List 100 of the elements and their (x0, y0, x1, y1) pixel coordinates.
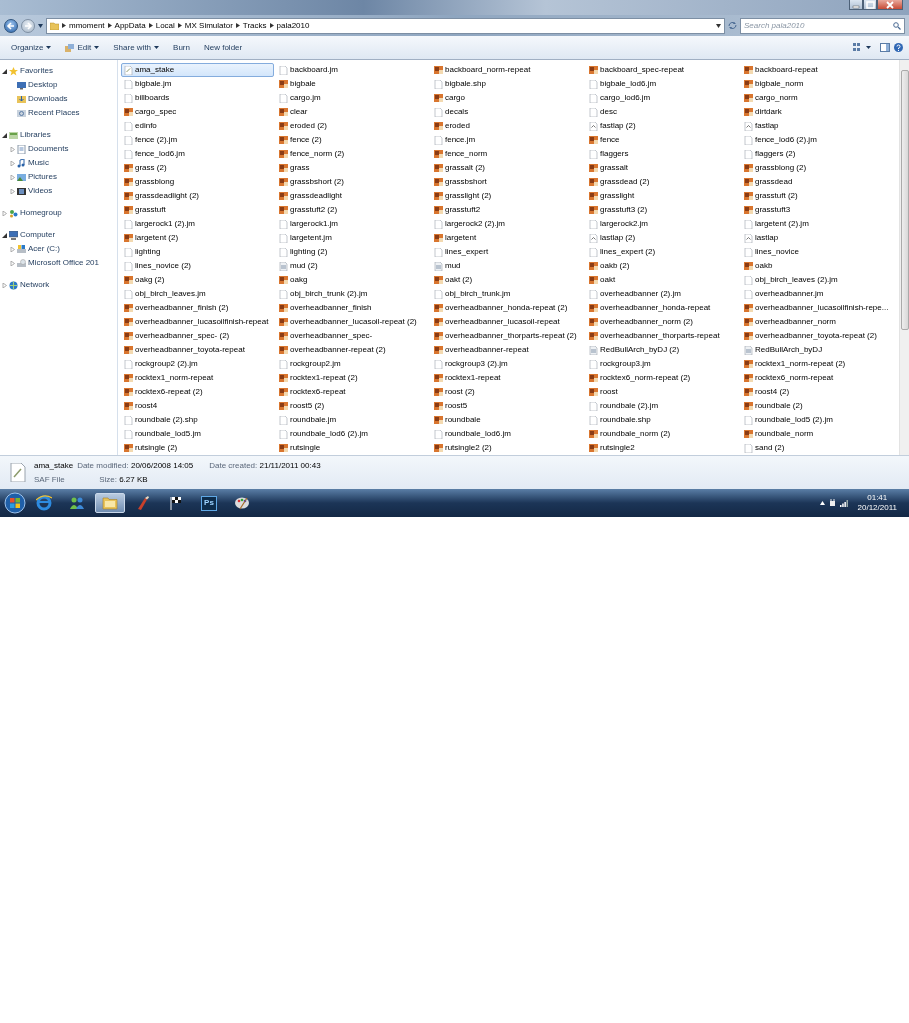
address-bar[interactable]: mmoment AppData Local MX Simulator Tracks pala2010 (46, 17, 725, 34)
file-item[interactable]: fence (2).jm (121, 133, 274, 147)
file-item[interactable]: roost (2) (431, 385, 584, 399)
back-button[interactable] (4, 18, 18, 33)
file-item[interactable]: dirtdark (741, 105, 894, 119)
file-item[interactable]: rockgroup2 (2).jm (121, 357, 274, 371)
expanded-arrow-icon[interactable] (2, 132, 7, 138)
file-item[interactable]: rocktex6-repeat (2) (121, 385, 274, 399)
refresh-icon[interactable] (728, 21, 737, 30)
search-field[interactable]: Search pala2010 (740, 17, 905, 34)
file-item[interactable]: rutsingle2 (586, 441, 739, 455)
file-item[interactable]: lastlap (741, 231, 894, 245)
file-item[interactable]: backboard-repeat (741, 63, 894, 77)
file-item[interactable]: grassalt (2) (431, 161, 584, 175)
file-item[interactable]: lighting (2) (276, 245, 429, 259)
file-item[interactable]: largerock2.jm (586, 217, 739, 231)
close-button[interactable] (877, 0, 903, 10)
file-item[interactable]: rockgroup2.jm (276, 357, 429, 371)
file-item[interactable]: rutsingle2 (2) (431, 441, 584, 455)
dropdown-caret-icon[interactable] (38, 23, 43, 28)
file-item[interactable]: grasslight (2) (431, 189, 584, 203)
file-item[interactable]: rocktex1_norm-repeat (121, 371, 274, 385)
file-item[interactable]: grassalt (586, 161, 739, 175)
file-item[interactable]: roost4 (121, 399, 274, 413)
toolbar-button[interactable]: Share with (108, 39, 165, 56)
file-item[interactable]: roundbale (431, 413, 584, 427)
file-item[interactable]: lines_novice (2) (121, 259, 274, 273)
file-item[interactable]: roundbale (2) (741, 399, 894, 413)
file-item[interactable]: grasstuft2 (2) (276, 203, 429, 217)
file-item[interactable]: largetent.jm (276, 231, 429, 245)
file-item[interactable]: obj_birch_leaves (2).jm (741, 273, 894, 287)
preview-pane-icon[interactable] (880, 43, 890, 52)
file-item[interactable]: grasslight (586, 189, 739, 203)
file-item[interactable]: oakb (741, 259, 894, 273)
taskbar-button[interactable]: Ps (194, 493, 224, 513)
file-item[interactable]: cargo_norm (741, 91, 894, 105)
file-item[interactable]: roundbale_lod5 (2).jm (741, 413, 894, 427)
forward-button[interactable] (21, 18, 35, 33)
file-item[interactable]: bigbale_norm (741, 77, 894, 91)
file-item[interactable]: largetent (2) (121, 231, 274, 245)
file-item[interactable]: roundbale (2).jm (586, 399, 739, 413)
file-item[interactable]: roundbale_lod6.jm (431, 427, 584, 441)
file-item[interactable]: grassbshort (2) (276, 175, 429, 189)
file-item[interactable]: lines_expert (2) (586, 245, 739, 259)
file-item[interactable]: grasstuft3 (741, 203, 894, 217)
sidebar-item[interactable]: Computer (0, 228, 62, 242)
file-item[interactable]: rocktex1-repeat (431, 371, 584, 385)
breadcrumb-link[interactable]: Local (155, 19, 175, 32)
minimize-button[interactable] (849, 0, 863, 10)
file-item[interactable]: grasstuft3 (2) (586, 203, 739, 217)
file-item[interactable]: overheadbanner_thorparts-repeat (2) (431, 329, 584, 343)
file-item[interactable]: oakt (2) (431, 273, 584, 287)
file-item[interactable]: bigbale.jm (121, 77, 274, 91)
sidebar-item[interactable]: Favorites (0, 64, 59, 78)
file-item[interactable]: fastlap (2) (586, 119, 739, 133)
toolbar-button[interactable]: New folder (198, 39, 248, 56)
file-item[interactable]: bigbale.shp (431, 77, 584, 91)
breadcrumb-link[interactable]: AppData (114, 19, 146, 32)
file-item[interactable]: roundbale_lod6 (2).jm (276, 427, 429, 441)
file-item[interactable]: backboard_spec-repeat (586, 63, 739, 77)
file-item[interactable]: overheadbanner_thorparts-repeat (586, 329, 739, 343)
file-item[interactable]: eroded (431, 119, 584, 133)
breadcrumb-link[interactable]: MX Simulator (184, 19, 233, 32)
file-item[interactable]: overheadbanner.jm (741, 287, 894, 301)
file-item[interactable]: overheadbanner_lucasoilfinish-repe... (741, 301, 894, 315)
file-item[interactable]: rocktex6_norm-repeat (2) (586, 371, 739, 385)
file-item[interactable]: obj_birch_trunk (2).jm (276, 287, 429, 301)
file-item[interactable]: grass (276, 161, 429, 175)
file-item[interactable]: fence (586, 133, 739, 147)
sidebar-item[interactable]: Music (0, 156, 55, 170)
file-item[interactable]: overheadbanner-repeat (431, 343, 584, 357)
file-item[interactable]: lines_novice (741, 245, 894, 259)
file-item[interactable]: roost (586, 385, 739, 399)
dropdown-caret-icon[interactable] (716, 23, 721, 28)
file-item[interactable]: ama_stake (121, 63, 274, 77)
file-item[interactable]: edinfo (121, 119, 274, 133)
file-item[interactable]: grasstuft2 (431, 203, 584, 217)
file-item[interactable]: rocktex1-repeat (2) (276, 371, 429, 385)
file-item[interactable]: roost5 (431, 399, 584, 413)
file-item[interactable]: lighting (121, 245, 274, 259)
file-item[interactable]: overheadbanner_honda-repeat (2) (431, 301, 584, 315)
file-item[interactable]: largerock2 (2).jm (431, 217, 584, 231)
sidebar-item[interactable]: Recent Places (0, 106, 86, 120)
file-item[interactable]: bigbale_lod6.jm (586, 77, 739, 91)
file-item[interactable]: backboard.jm (276, 63, 429, 77)
sidebar-item[interactable]: Acer (C:) (0, 242, 66, 256)
file-item[interactable]: overheadbanner_lucasoilfinish-repeat (121, 315, 274, 329)
file-item[interactable]: roundbale_norm (2) (586, 427, 739, 441)
maximize-button[interactable] (863, 0, 877, 10)
file-item[interactable]: oakg (2) (121, 273, 274, 287)
file-item[interactable]: fence_norm (431, 147, 584, 161)
toolbar-button[interactable]: Organize (6, 39, 57, 56)
file-item[interactable]: oakt (586, 273, 739, 287)
file-item[interactable]: largetent (2).jm (741, 217, 894, 231)
file-item[interactable]: clear (276, 105, 429, 119)
file-item[interactable]: cargo (431, 91, 584, 105)
file-item[interactable]: RedBullArch_byDJ (2) (586, 343, 739, 357)
file-item[interactable]: desc (586, 105, 739, 119)
file-item[interactable]: lines_expert (431, 245, 584, 259)
start-button[interactable] (4, 492, 26, 514)
